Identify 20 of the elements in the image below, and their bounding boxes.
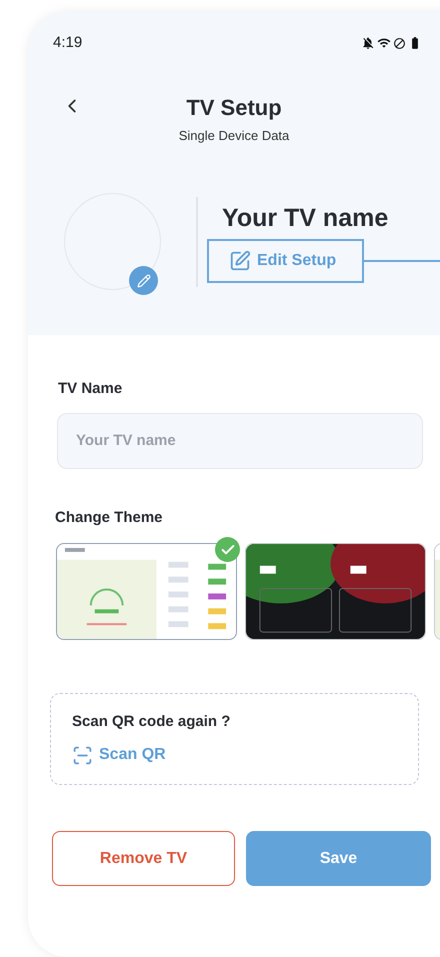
page-subtitle: Single Device Data [178,126,290,145]
mute-icon [361,36,375,50]
page-title: TV Setup [186,94,282,122]
status-time: 4:19 [53,33,82,53]
wifi-icon [377,36,391,50]
do-not-disturb-icon [393,36,406,50]
edit-icon [229,250,251,272]
pencil-icon [136,274,150,288]
remove-tv-button[interactable]: Remove TV [52,831,235,886]
tv-name-label: TV Name [58,379,124,399]
scan-qr-link[interactable]: Scan QR [72,743,166,768]
save-button[interactable]: Save [246,831,431,886]
tv-name-heading: Your TV name [222,202,390,234]
edit-avatar-button[interactable] [129,266,158,295]
edit-setup-button[interactable]: Edit Setup [207,239,364,284]
check-icon [215,537,240,562]
change-theme-label: Change Theme [55,508,164,528]
tv-name-field[interactable]: Your TV name [57,412,423,468]
scan-qr-question: Scan QR code again ? [72,712,232,732]
scan-icon [72,744,93,766]
